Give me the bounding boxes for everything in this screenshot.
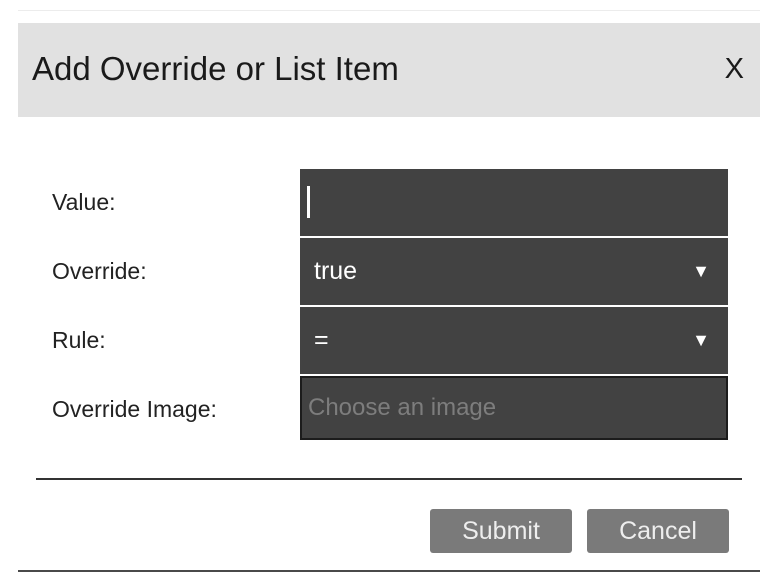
value-row: Value: (18, 169, 760, 236)
override-image-chooser[interactable]: Choose an image (300, 376, 728, 440)
dialog-header: Add Override or List Item X (18, 23, 760, 117)
close-icon[interactable]: X (725, 47, 744, 91)
rule-row: Rule: = ▼ (18, 307, 760, 374)
override-selected-value: true (314, 257, 358, 285)
text-caret (307, 186, 310, 218)
footer-divider (36, 478, 742, 480)
dropdown-arrow-icon: ▼ (692, 261, 710, 281)
dropdown-arrow-icon: ▼ (692, 330, 710, 350)
value-input[interactable] (300, 169, 728, 236)
override-image-placeholder: Choose an image (308, 394, 497, 421)
add-override-dialog: Add Override or List Item X Value: Overr… (18, 10, 760, 572)
page: Add Override or List Item X Value: Overr… (0, 0, 768, 580)
rule-label: Rule: (52, 327, 106, 353)
value-label: Value: (52, 189, 116, 215)
override-image-label: Override Image: (52, 396, 217, 422)
override-label: Override: (52, 258, 147, 284)
override-row: Override: true ▼ (18, 238, 760, 305)
cancel-button[interactable]: Cancel (587, 509, 729, 553)
rule-selected-value: = (314, 326, 329, 354)
dialog-title: Add Override or List Item (32, 50, 399, 87)
override-select[interactable]: true ▼ (300, 238, 728, 305)
override-image-row: Override Image: Choose an image (18, 376, 760, 443)
submit-button[interactable]: Submit (430, 509, 572, 553)
rule-select[interactable]: = ▼ (300, 307, 728, 374)
